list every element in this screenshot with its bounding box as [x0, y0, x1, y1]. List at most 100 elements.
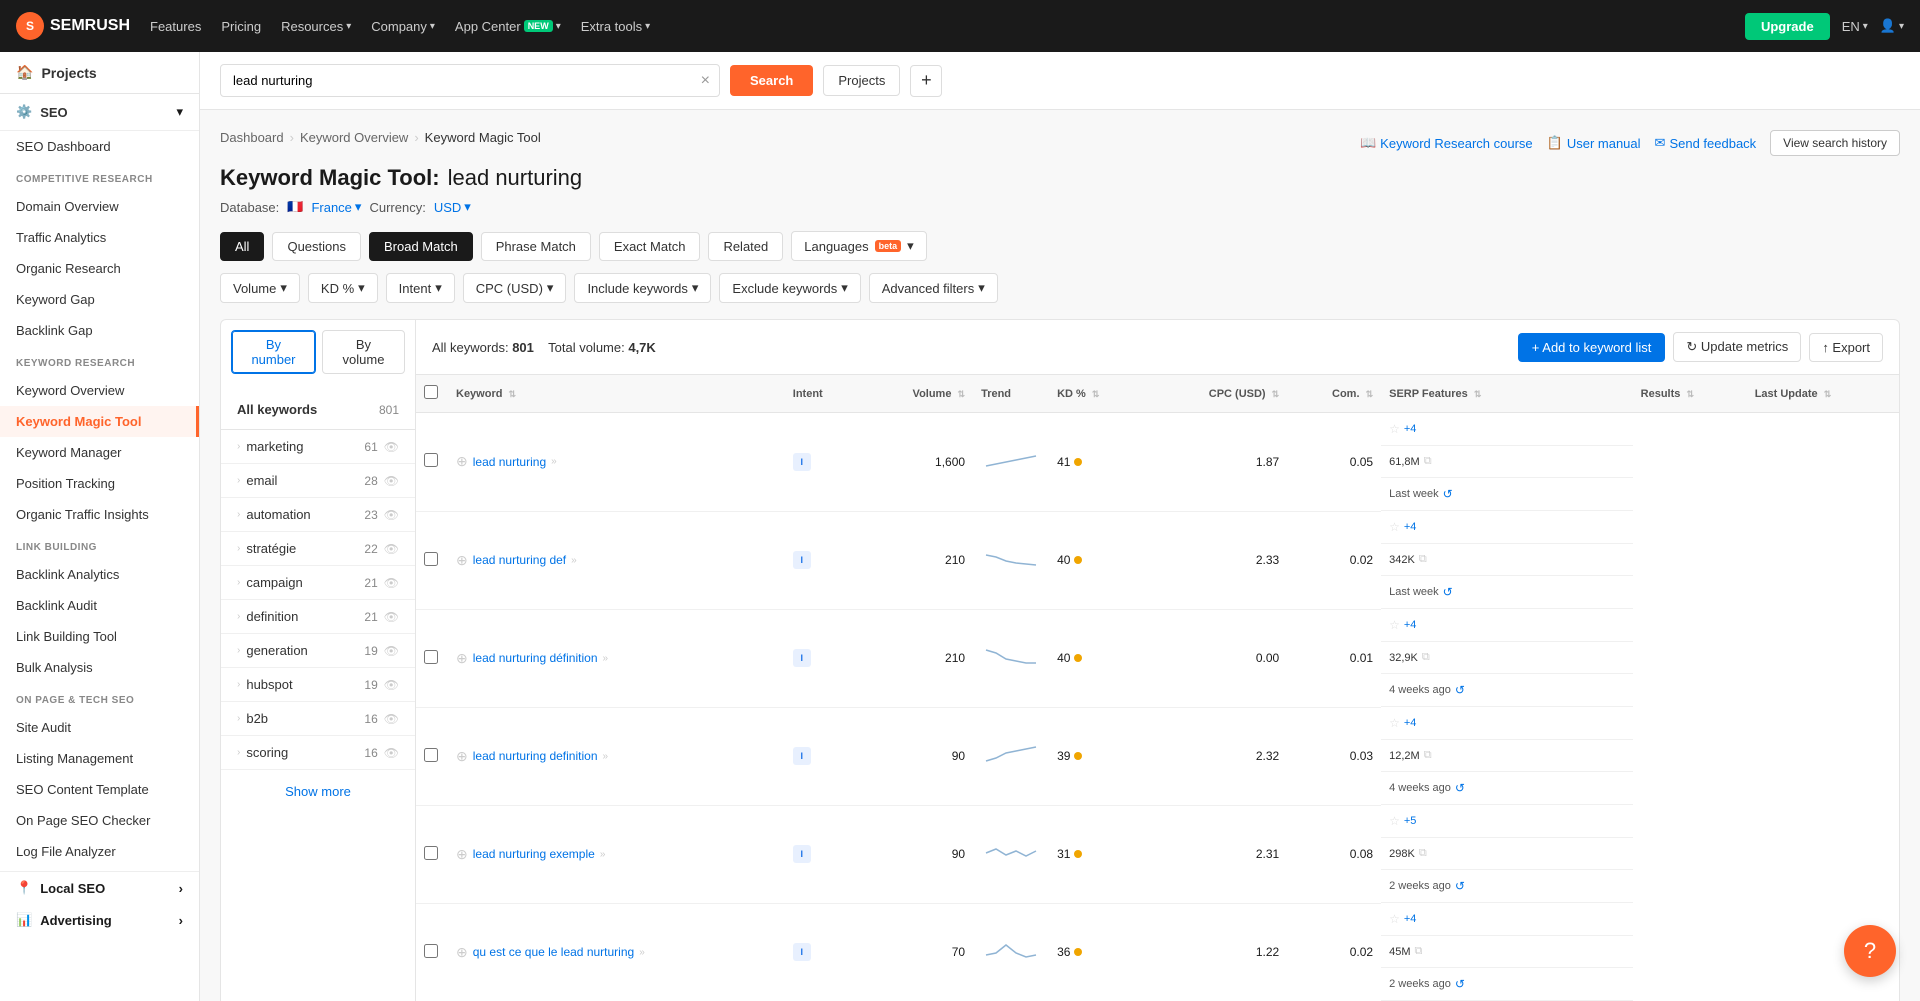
- show-more-button[interactable]: Show more: [221, 770, 415, 813]
- sidebar-item-position-tracking[interactable]: Position Tracking: [0, 468, 199, 499]
- keyword-sort-icon[interactable]: ⇅: [509, 389, 517, 399]
- keyword-link[interactable]: lead nurturing def: [473, 553, 566, 567]
- copy-icon[interactable]: ⧉: [1424, 749, 1432, 762]
- tab-questions[interactable]: Questions: [272, 232, 361, 261]
- manual-link[interactable]: 📋 User manual: [1547, 135, 1641, 151]
- star-icon[interactable]: ☆: [1389, 716, 1400, 730]
- projects-button[interactable]: Projects: [823, 65, 900, 96]
- update-metrics-button[interactable]: ↻ Update metrics: [1673, 332, 1801, 362]
- sidebar-item-traffic-analytics[interactable]: Traffic Analytics: [0, 222, 199, 253]
- tab-phrase-match[interactable]: Phrase Match: [481, 232, 591, 261]
- copy-icon[interactable]: ⧉: [1419, 553, 1427, 566]
- tab-exact-match[interactable]: Exact Match: [599, 232, 701, 261]
- group-by-volume[interactable]: By volume: [322, 330, 405, 374]
- eye-icon[interactable]: 👁: [384, 576, 399, 590]
- sidebar-item-bulk-analysis[interactable]: Bulk Analysis: [0, 652, 199, 683]
- filter-exclude-kw[interactable]: Exclude keywords ▾: [719, 273, 860, 303]
- refresh-icon[interactable]: ↺: [1455, 977, 1465, 991]
- feedback-link[interactable]: ✉ Send feedback: [1655, 135, 1757, 151]
- star-icon[interactable]: ☆: [1389, 422, 1400, 436]
- sidebar-item-seo-content-template[interactable]: SEO Content Template: [0, 774, 199, 805]
- nav-resources[interactable]: Resources ▾: [281, 19, 351, 34]
- serp-sort-icon[interactable]: ⇅: [1474, 389, 1482, 399]
- kd-sort-icon[interactable]: ⇅: [1092, 389, 1100, 399]
- sidebar-item-keyword-gap[interactable]: Keyword Gap: [0, 284, 199, 315]
- seo-section-header[interactable]: ⚙️ SEO ▾: [0, 94, 199, 131]
- keyword-group-item[interactable]: › campaign 21 👁: [221, 566, 415, 600]
- keyword-group-item[interactable]: › email 28 👁: [221, 464, 415, 498]
- nav-pricing[interactable]: Pricing: [221, 19, 261, 34]
- search-button[interactable]: Search: [730, 65, 813, 96]
- cpc-sort-icon[interactable]: ⇅: [1272, 389, 1280, 399]
- refresh-icon[interactable]: ↺: [1455, 879, 1465, 893]
- eye-icon[interactable]: 👁: [384, 542, 399, 556]
- keyword-group-item[interactable]: › scoring 16 👁: [221, 736, 415, 770]
- add-keyword-icon[interactable]: ⊕: [456, 453, 468, 470]
- search-clear-icon[interactable]: ×: [701, 72, 710, 90]
- view-history-button[interactable]: View search history: [1770, 130, 1900, 156]
- keyword-arrow-icon[interactable]: »: [600, 849, 606, 860]
- add-keyword-icon[interactable]: ⊕: [456, 650, 468, 667]
- row-checkbox[interactable]: [424, 552, 438, 566]
- eye-icon[interactable]: 👁: [384, 644, 399, 658]
- sidebar-item-backlink-gap[interactable]: Backlink Gap: [0, 315, 199, 346]
- language-selector[interactable]: EN ▾: [1842, 19, 1868, 34]
- upgrade-button[interactable]: Upgrade: [1745, 13, 1830, 40]
- sidebar-item-listing-mgmt[interactable]: Listing Management: [0, 743, 199, 774]
- nav-company[interactable]: Company ▾: [371, 19, 435, 34]
- breadcrumb-dashboard[interactable]: Dashboard: [220, 130, 284, 145]
- sidebar-item-domain-overview[interactable]: Domain Overview: [0, 191, 199, 222]
- keyword-group-item[interactable]: › hubspot 19 👁: [221, 668, 415, 702]
- keyword-arrow-icon[interactable]: »: [639, 947, 645, 958]
- keyword-arrow-icon[interactable]: »: [603, 751, 609, 762]
- tab-broad-match[interactable]: Broad Match: [369, 232, 473, 261]
- sidebar-item-organic-research[interactable]: Organic Research: [0, 253, 199, 284]
- help-button[interactable]: ?: [1844, 925, 1896, 977]
- sidebar-item-seo-dashboard[interactable]: SEO Dashboard: [0, 131, 199, 162]
- sidebar-item-link-building[interactable]: Link Building Tool: [0, 621, 199, 652]
- nav-features[interactable]: Features: [150, 19, 201, 34]
- add-keyword-icon[interactable]: ⊕: [456, 748, 468, 765]
- export-button[interactable]: ↑ Export: [1809, 333, 1883, 362]
- filter-include-kw[interactable]: Include keywords ▾: [574, 273, 711, 303]
- copy-icon[interactable]: ⧉: [1419, 847, 1427, 860]
- select-all-checkbox[interactable]: [424, 385, 438, 399]
- sidebar-item-site-audit[interactable]: Site Audit: [0, 712, 199, 743]
- add-keyword-icon[interactable]: ⊕: [456, 846, 468, 863]
- languages-button[interactable]: Languages beta ▾: [791, 231, 926, 261]
- eye-icon[interactable]: 👁: [384, 474, 399, 488]
- eye-icon[interactable]: 👁: [384, 678, 399, 692]
- keyword-group-item[interactable]: › marketing 61 👁: [221, 430, 415, 464]
- search-input[interactable]: [220, 64, 720, 97]
- sidebar-item-backlink-analytics[interactable]: Backlink Analytics: [0, 559, 199, 590]
- row-checkbox[interactable]: [424, 453, 438, 467]
- sidebar-item-on-page-checker[interactable]: On Page SEO Checker: [0, 805, 199, 836]
- user-menu[interactable]: 👤 ▾: [1880, 18, 1904, 34]
- country-link[interactable]: France ▾: [311, 199, 361, 215]
- eye-icon[interactable]: 👁: [384, 746, 399, 760]
- keyword-arrow-icon[interactable]: »: [551, 456, 557, 467]
- eye-icon[interactable]: 👁: [384, 508, 399, 522]
- filter-volume[interactable]: Volume ▾: [220, 273, 300, 303]
- keyword-group-item[interactable]: › generation 19 👁: [221, 634, 415, 668]
- keyword-group-item[interactable]: › b2b 16 👁: [221, 702, 415, 736]
- nav-appcenter[interactable]: App Center NEW ▾: [455, 19, 561, 34]
- keyword-link[interactable]: lead nurturing definition: [473, 749, 598, 763]
- eye-icon[interactable]: 👁: [384, 440, 399, 454]
- keyword-arrow-icon[interactable]: »: [603, 653, 609, 664]
- tab-all[interactable]: All: [220, 232, 264, 261]
- refresh-icon[interactable]: ↺: [1455, 781, 1465, 795]
- keyword-link[interactable]: lead nurturing: [473, 455, 546, 469]
- course-link[interactable]: 📖 Keyword Research course: [1360, 135, 1533, 151]
- copy-icon[interactable]: ⧉: [1415, 945, 1423, 958]
- row-checkbox[interactable]: [424, 944, 438, 958]
- currency-link[interactable]: USD ▾: [434, 199, 471, 215]
- lastupdate-sort-icon[interactable]: ⇅: [1824, 389, 1832, 399]
- sidebar-item-organic-traffic[interactable]: Organic Traffic Insights: [0, 499, 199, 530]
- sidebar-projects[interactable]: 🏠 Projects: [0, 52, 199, 94]
- row-checkbox[interactable]: [424, 650, 438, 664]
- results-sort-icon[interactable]: ⇅: [1686, 389, 1694, 399]
- filter-cpc[interactable]: CPC (USD) ▾: [463, 273, 567, 303]
- sidebar-item-backlink-audit[interactable]: Backlink Audit: [0, 590, 199, 621]
- tab-related[interactable]: Related: [708, 232, 783, 261]
